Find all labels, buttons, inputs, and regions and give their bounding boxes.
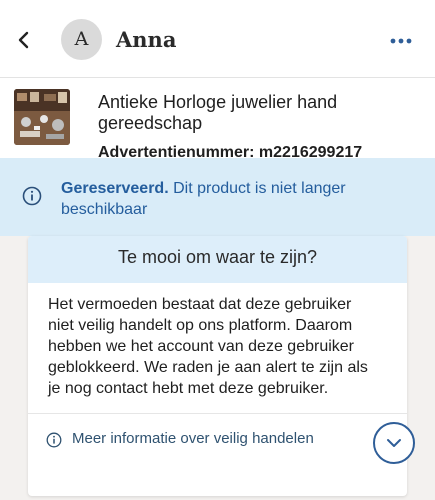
chevron-left-icon [18, 31, 29, 49]
warning-body: Het vermoeden bestaat dat deze gebruiker… [48, 296, 368, 397]
warning-title: Te mooi om waar te zijn? [117, 247, 318, 267]
contact-name[interactable]: Anna [116, 27, 176, 52]
divider [28, 413, 407, 414]
scroll-to-bottom-button[interactable] [373, 422, 415, 464]
listing-photo [14, 89, 70, 145]
banner-text: Gereserveerd. Dit product is niet langer… [61, 178, 381, 220]
safe-trading-info-link[interactable]: Meer informatie over veilig handelen [72, 430, 314, 447]
more-options-button[interactable] [386, 28, 416, 54]
warning-card-header: Te mooi om waar te zijn? [28, 236, 407, 283]
info-icon [22, 186, 42, 206]
info-icon [46, 432, 62, 448]
back-button[interactable] [10, 26, 36, 54]
chat-header: A Anna [0, 0, 435, 78]
listing-thumbnail[interactable] [14, 89, 70, 145]
safety-warning-card: Te mooi om waar te zijn? Het vermoeden b… [28, 236, 407, 496]
banner-status: Gereserveerd. [61, 180, 169, 197]
chevron-down-icon [387, 439, 401, 447]
more-horizontal-icon [390, 38, 412, 44]
avatar[interactable]: A [61, 19, 102, 60]
listing-title[interactable]: Antieke Horloge juwelier hand gereedscha… [98, 92, 398, 134]
listing-summary[interactable]: Antieke Horloge juwelier hand gereedscha… [0, 78, 435, 161]
